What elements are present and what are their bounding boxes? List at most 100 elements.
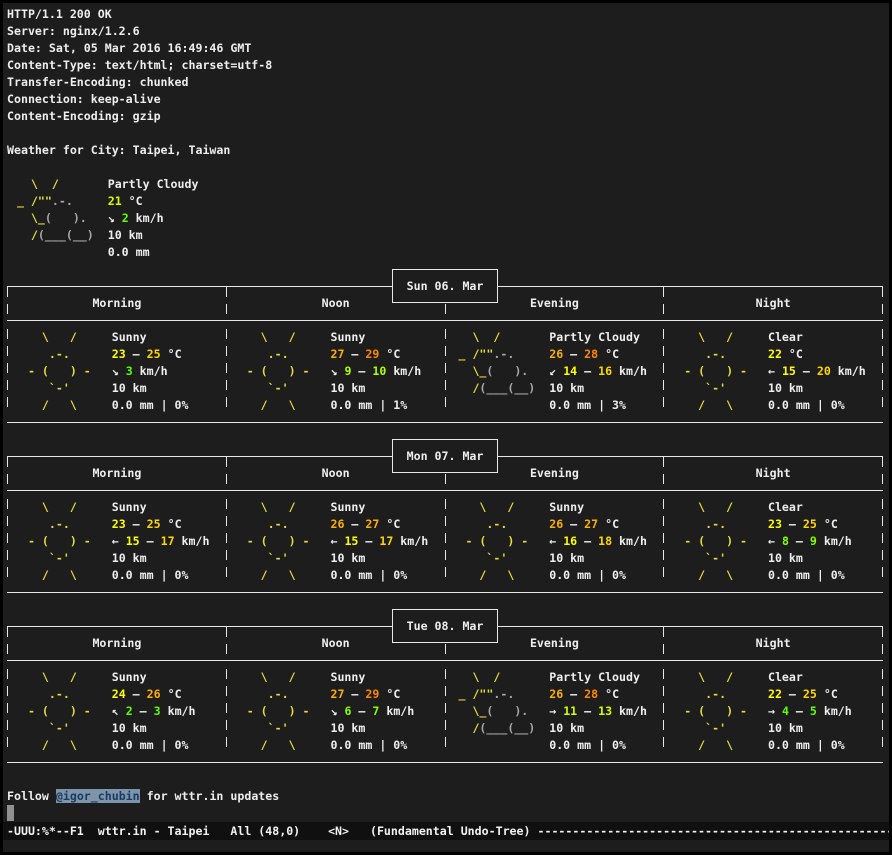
text-segment: _ /"" [452, 687, 494, 701]
forecast-cell-evening: \ / _ /"".-. \_( ). /(___(__) Partly Clo… [446, 329, 664, 414]
text-segment: 26 [549, 517, 563, 531]
forecast-info-line: Sunny [549, 499, 647, 516]
sunny-icon: \ / .-. - ( ) - `-' / \ [14, 669, 112, 754]
location-line: Weather for City: Taipei, Taiwan [7, 142, 889, 159]
text-segment: 27 [330, 687, 344, 701]
text-segment: 2 [126, 704, 133, 718]
text-segment: 2 [122, 211, 129, 225]
forecast-info-line: 26 – 28 °C [549, 346, 647, 363]
weather-icon-line: .-. [452, 516, 550, 533]
weather-icon-line: _ /"".-. [10, 193, 108, 210]
text-segment: 3 [126, 364, 133, 378]
forecast-table: MorningNoonEveningNight \ / .-. - ( ) - … [7, 286, 883, 423]
forecast-cell-info: Sunny27 – 29 °C↘ 9 – 10 km/h10 km0.0 mm … [330, 329, 421, 414]
text-segment: 10 km [330, 551, 365, 565]
text-segment: ( ). [486, 364, 549, 378]
forecast-info-line: 10 km [549, 720, 647, 737]
text-segment: \_ [452, 364, 487, 378]
text-segment: Sunny [330, 330, 365, 344]
text-segment: 29 [365, 347, 379, 361]
forecast-info-line: ← 16 – 18 km/h [549, 533, 647, 550]
forecast-info-line: Sunny [112, 329, 189, 346]
date-box: Mon 07. Mar [392, 439, 498, 473]
forecast-cell-noon: \ / .-. - ( ) - `-' / \ Sunny26 – 27 °C←… [227, 499, 445, 584]
forecast-info-line: Clear [768, 329, 866, 346]
text-segment: °C [817, 517, 838, 531]
forecast-info-line: 0.0 mm | 1% [330, 397, 421, 414]
text-segment: \ / [670, 330, 768, 344]
text-segment: – [577, 534, 598, 548]
text-segment: 28 [584, 347, 598, 361]
text-segment: 26 [549, 687, 563, 701]
text-segment: 0.0 mm [108, 245, 150, 259]
text-segment: - ( ) - [670, 364, 768, 378]
weather-icon-line: \_( ). [452, 703, 550, 720]
text-segment: °C [598, 347, 619, 361]
forecast-cell-night: \ / .-. - ( ) - `-' / \ Clear23 – 25 °C←… [664, 499, 882, 584]
weather-icon-line: `-' [452, 550, 550, 567]
forecast-info-line: 26 – 27 °C [330, 516, 428, 533]
text-segment: °C [122, 194, 143, 208]
weather-icon-line: `-' [670, 380, 768, 397]
text-segment: / [452, 381, 480, 395]
text-segment: ← [768, 364, 782, 378]
text-segment: 26 [147, 687, 161, 701]
weather-icon-line: / \ [670, 397, 768, 414]
text-segment: ← [549, 534, 563, 548]
weather-icon-line: / \ [670, 567, 768, 584]
text-segment: 0.0 mm | 0% [112, 738, 189, 752]
text-segment: 10 km [768, 721, 803, 735]
text-segment [452, 738, 550, 752]
forecast-cell-info: Sunny27 – 29 °C↘ 6 – 7 km/h10 km0.0 mm |… [330, 669, 414, 754]
date-label: Tue 08. Mar [407, 618, 484, 635]
text-segment: `-' [14, 721, 112, 735]
text-segment: Sunny [112, 330, 147, 344]
text-segment: km/h [817, 534, 852, 548]
weather-icon-line: \ / [233, 329, 331, 346]
forecast-info-line: 23 – 25 °C [112, 346, 189, 363]
weather-icon-line: `-' [14, 550, 112, 567]
text-segment: 0.0 mm | 0% [768, 398, 845, 412]
forecast-info-line: 22 °C [768, 346, 866, 363]
weather-icon-line: \ / [14, 499, 112, 516]
text-segment: °C [598, 687, 619, 701]
text-segment: km/h [133, 364, 168, 378]
text-segment: 9 [810, 534, 817, 548]
text-segment: `-' [14, 381, 112, 395]
cursor-line [7, 805, 889, 822]
forecast-info-line: Sunny [330, 499, 428, 516]
forecast-cell-night: \ / .-. - ( ) - `-' / \ Clear22 °C← 15 –… [664, 329, 882, 414]
weather-icon-line: / \ [452, 567, 550, 584]
weather-icon-line: `-' [233, 380, 331, 397]
date-box: Tue 08. Mar [392, 609, 498, 643]
forecast-day: Tue 08. MarMorningNoonEveningNight \ / .… [7, 601, 883, 771]
forecast-info-line: 0.0 mm | 0% [112, 737, 196, 754]
modeline-text: -UUU:%*--F1 wttr.in - Taipei All (48,0) … [7, 824, 537, 838]
forecast-info-line: Sunny [112, 499, 210, 516]
text-segment: .-. [14, 347, 112, 361]
weather-icon-line: / \ [14, 567, 112, 584]
date-box: Sun 06. Mar [392, 269, 498, 303]
forecast-table: MorningNoonEveningNight \ / .-. - ( ) - … [7, 626, 883, 763]
period-header-morning: Morning [8, 457, 226, 490]
text-segment: \ / [233, 330, 331, 344]
weather-icon-line: - ( ) - [233, 703, 331, 720]
text-segment: `-' [670, 721, 768, 735]
text-segment: – [789, 534, 810, 548]
weather-icon-line: \ / [452, 329, 550, 346]
text-segment: - ( ) - [452, 534, 550, 548]
forecast-info-line: 26 – 28 °C [549, 686, 647, 703]
text-segment: \ / [10, 177, 108, 191]
text-segment: ↘ [112, 364, 126, 378]
forecast-cell-morning: \ / .-. - ( ) - `-' / \ Sunny23 – 25 °C←… [8, 499, 226, 584]
text-segment: – [344, 687, 365, 701]
twitter-handle-link[interactable]: @igor_chubin [56, 789, 140, 803]
forecast-cell-info: Partly Cloudy26 – 28 °C→ 11 – 13 km/h10 … [549, 669, 647, 754]
text-cursor [7, 805, 14, 821]
forecast-cell-info: Sunny26 – 27 °C← 16 – 18 km/h10 km0.0 mm… [549, 499, 647, 584]
forecast-info-line: 27 – 29 °C [330, 346, 421, 363]
text-segment: \ / [452, 500, 550, 514]
text-segment: 26 [330, 517, 344, 531]
forecast-info-line: 0.0 mm | 0% [549, 737, 647, 754]
forecast-table-body-row: \ / .-. - ( ) - `-' / \ Sunny 23 – 25 °C↘… [7, 321, 883, 422]
